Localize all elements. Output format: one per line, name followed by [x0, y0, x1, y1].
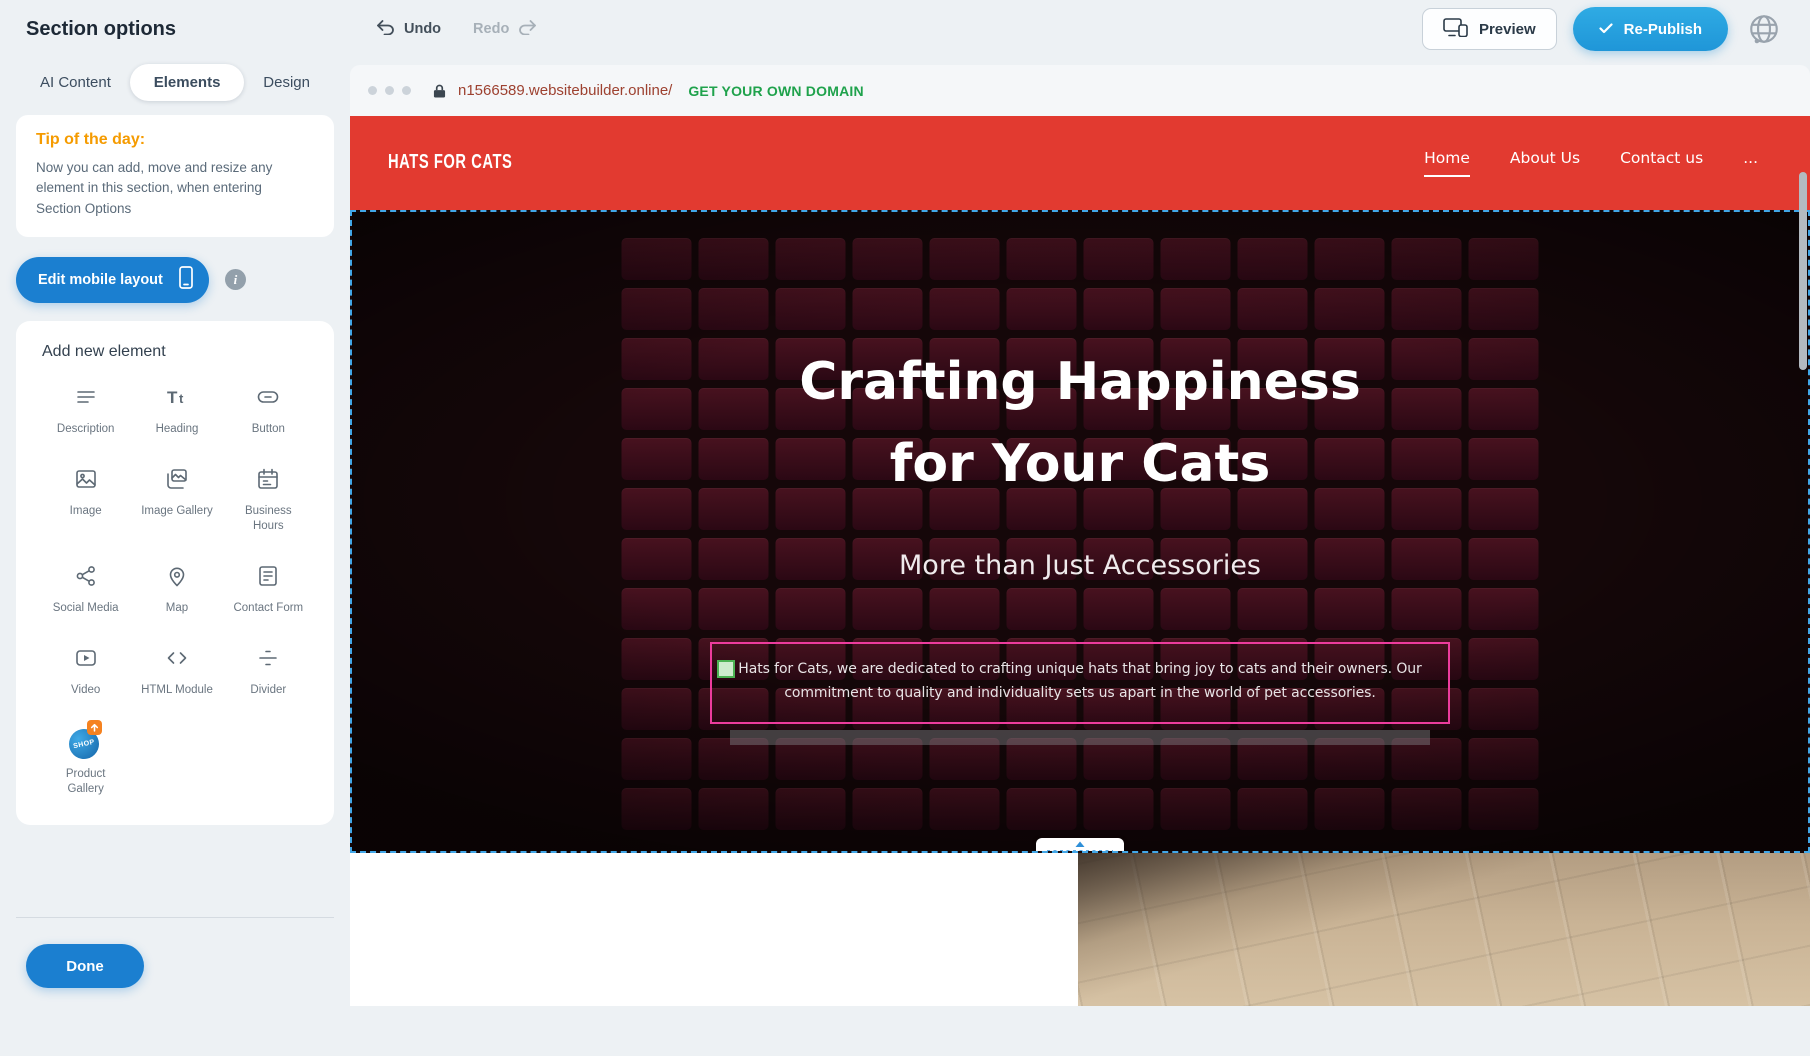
- paragraph-shadow-bar: [730, 730, 1430, 745]
- image-icon: [74, 467, 98, 496]
- devices-icon: [1443, 18, 1468, 41]
- builder-canvas: n1566589.websitebuilder.online/ GET YOUR…: [350, 58, 1810, 1006]
- window-control-dot: [402, 86, 411, 95]
- add-element-heading[interactable]: Tt Heading: [133, 385, 220, 437]
- preview-button[interactable]: Preview: [1422, 8, 1557, 50]
- info-icon[interactable]: i: [225, 269, 246, 290]
- add-element-social-media[interactable]: Social Media: [42, 564, 129, 616]
- tip-of-the-day-card: Tip of the day: Now you can add, move an…: [16, 115, 334, 237]
- top-toolbar: Section options Undo Redo Preview: [0, 0, 1810, 58]
- history-controls: Undo Redo: [376, 20, 537, 39]
- add-element-html-module[interactable]: HTML Module: [133, 646, 220, 698]
- phone-icon: [179, 266, 193, 293]
- site-header: HATS FOR CATS Home About Us Contact us .…: [350, 116, 1810, 210]
- nav-contact-us[interactable]: Contact us: [1620, 149, 1703, 177]
- upgrade-arrow-icon: [87, 720, 102, 735]
- tab-ai-content[interactable]: AI Content: [26, 64, 125, 101]
- nav-home[interactable]: Home: [1424, 149, 1470, 177]
- scrollbar-thumb[interactable]: [1799, 172, 1807, 370]
- get-domain-link[interactable]: GET YOUR OWN DOMAIN: [688, 83, 863, 99]
- nav-more-menu[interactable]: ...: [1743, 149, 1758, 177]
- browser-chrome: n1566589.websitebuilder.online/ GET YOUR…: [350, 65, 1810, 116]
- add-element-video[interactable]: Video: [42, 646, 129, 698]
- site-logo[interactable]: HATS FOR CATS: [388, 151, 512, 174]
- lock-icon: [433, 83, 446, 99]
- sidebar-tabs: AI Content Elements Design: [0, 58, 350, 103]
- button-icon: [256, 385, 280, 414]
- tip-body: Now you can add, move and resize any ele…: [36, 158, 298, 219]
- hero-heading[interactable]: Crafting Happiness for Your Cats: [750, 341, 1410, 505]
- undo-icon: [376, 20, 395, 39]
- heading-icon: Tt: [165, 385, 189, 414]
- tab-design[interactable]: Design: [249, 64, 324, 101]
- add-element-image[interactable]: Image: [42, 467, 129, 534]
- hero-section-selected[interactable]: Crafting Happiness for Your Cats More th…: [350, 210, 1810, 853]
- edit-mobile-layout-button[interactable]: Edit mobile layout: [16, 257, 209, 303]
- element-resize-handle[interactable]: [717, 660, 735, 678]
- vertical-scrollbar[interactable]: [1799, 120, 1807, 1056]
- map-pin-icon: [165, 564, 189, 593]
- nav-about-us[interactable]: About Us: [1510, 149, 1580, 177]
- add-element-divider[interactable]: Divider: [225, 646, 312, 698]
- html-module-icon: [165, 646, 189, 675]
- social-media-icon: [74, 564, 98, 593]
- contact-form-icon: [256, 564, 280, 593]
- next-section: [350, 853, 1810, 1006]
- site-nav: Home About Us Contact us ...: [1424, 149, 1772, 177]
- section-resize-handle[interactable]: [1036, 838, 1124, 853]
- add-element-button[interactable]: Button: [225, 385, 312, 437]
- add-element-panel: Add new element Description Tt Heading: [16, 321, 334, 826]
- video-icon: [74, 646, 98, 675]
- add-element-business-hours[interactable]: Business Hours: [225, 467, 312, 534]
- tip-title: Tip of the day:: [36, 131, 314, 149]
- mobile-layout-row: Edit mobile layout i: [16, 257, 334, 303]
- website-builder-app: Section options Undo Redo Preview: [0, 0, 1810, 1006]
- divider-icon: [256, 646, 280, 675]
- next-section-blank: [350, 853, 1078, 1006]
- window-controls: [368, 86, 411, 95]
- section-options-sidebar: AI Content Elements Design Tip of the da…: [0, 58, 350, 1006]
- selected-paragraph-element[interactable]: Hats for Cats, we are dedicated to craft…: [710, 642, 1450, 724]
- undo-button[interactable]: Undo: [376, 20, 441, 39]
- page-title: Section options: [26, 18, 176, 41]
- business-hours-icon: [256, 467, 280, 496]
- redo-button[interactable]: Redo: [473, 20, 537, 39]
- redo-icon: [518, 20, 537, 39]
- republish-button[interactable]: Re-Publish: [1573, 7, 1728, 51]
- hero-paragraph[interactable]: Hats for Cats, we are dedicated to craft…: [724, 658, 1436, 706]
- language-globe-icon[interactable]: [1744, 9, 1784, 49]
- next-section-image[interactable]: [1078, 853, 1810, 1006]
- check-icon: [1599, 21, 1613, 38]
- add-element-contact-form[interactable]: Contact Form: [225, 564, 312, 616]
- svg-text:T: T: [167, 388, 178, 407]
- window-control-dot: [385, 86, 394, 95]
- add-element-product-gallery[interactable]: SHOP Product Gallery: [42, 727, 129, 797]
- element-grid: Description Tt Heading Button: [42, 385, 312, 798]
- hero-subheading[interactable]: More than Just Accessories: [352, 550, 1808, 581]
- sidebar-divider: [16, 917, 334, 918]
- svg-text:t: t: [179, 391, 184, 406]
- add-element-description[interactable]: Description: [42, 385, 129, 437]
- site-preview: HATS FOR CATS Home About Us Contact us .…: [350, 116, 1810, 1006]
- add-element-title: Add new element: [42, 343, 312, 361]
- site-url[interactable]: n1566589.websitebuilder.online/: [458, 82, 672, 99]
- topbar-actions: Preview Re-Publish: [1422, 7, 1784, 51]
- image-gallery-icon: [165, 467, 189, 496]
- window-control-dot: [368, 86, 377, 95]
- add-element-map[interactable]: Map: [133, 564, 220, 616]
- tab-elements[interactable]: Elements: [130, 64, 245, 101]
- add-element-image-gallery[interactable]: Image Gallery: [133, 467, 220, 534]
- description-icon: [74, 385, 98, 414]
- product-gallery-icon: SHOP: [68, 727, 104, 759]
- done-button[interactable]: Done: [26, 944, 144, 988]
